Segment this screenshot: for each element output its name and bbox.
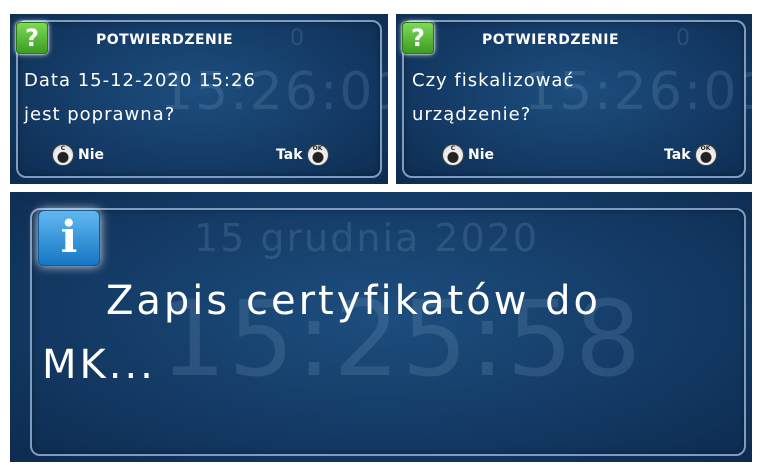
- yes-button-label: Tak: [664, 147, 691, 163]
- no-button-label: Nie: [468, 147, 495, 163]
- c-key-icon: C: [52, 144, 74, 166]
- no-button[interactable]: C Nie: [52, 144, 104, 166]
- yes-button[interactable]: Tak OK: [276, 144, 329, 166]
- message-line-1: Zapis certyfikatów do: [106, 278, 601, 324]
- no-button-label: Nie: [78, 147, 105, 163]
- yes-button[interactable]: Tak OK: [664, 144, 717, 166]
- fiscalize-confirm-dialog: 15:26:01 0 ? POTWIERDZENIE Czy fiskalizo…: [396, 14, 752, 184]
- background-date: 15 grudnia 2020: [194, 216, 540, 260]
- message-line-1: Data 15-12-2020 15:26: [24, 70, 256, 91]
- info-icon: i: [38, 210, 100, 266]
- question-icon: ?: [402, 22, 434, 54]
- no-button[interactable]: C Nie: [442, 144, 494, 166]
- date-confirm-dialog: 15:26:01 0 ? POTWIERDZENIE Data 15-12-20…: [10, 14, 388, 184]
- dialog-title: POTWIERDZENIE: [96, 32, 234, 48]
- dialog-title: POTWIERDZENIE: [482, 32, 620, 48]
- message-line-2: jest poprawna?: [24, 104, 176, 125]
- ok-key-icon: OK: [306, 144, 329, 166]
- question-icon: ?: [16, 22, 48, 54]
- yes-button-label: Tak: [276, 147, 303, 163]
- ok-key-icon: OK: [694, 144, 717, 166]
- c-key-icon: C: [442, 144, 464, 166]
- message-line-2: urządzenie?: [412, 104, 532, 125]
- message-line-2: MK...: [42, 342, 156, 388]
- background-digit: 0: [676, 26, 692, 51]
- background-digit: 0: [290, 26, 306, 51]
- info-dialog: 15 grudnia 2020 15:25:58 i Zapis certyfi…: [10, 192, 752, 462]
- message-line-1: Czy fiskalizować: [412, 70, 575, 91]
